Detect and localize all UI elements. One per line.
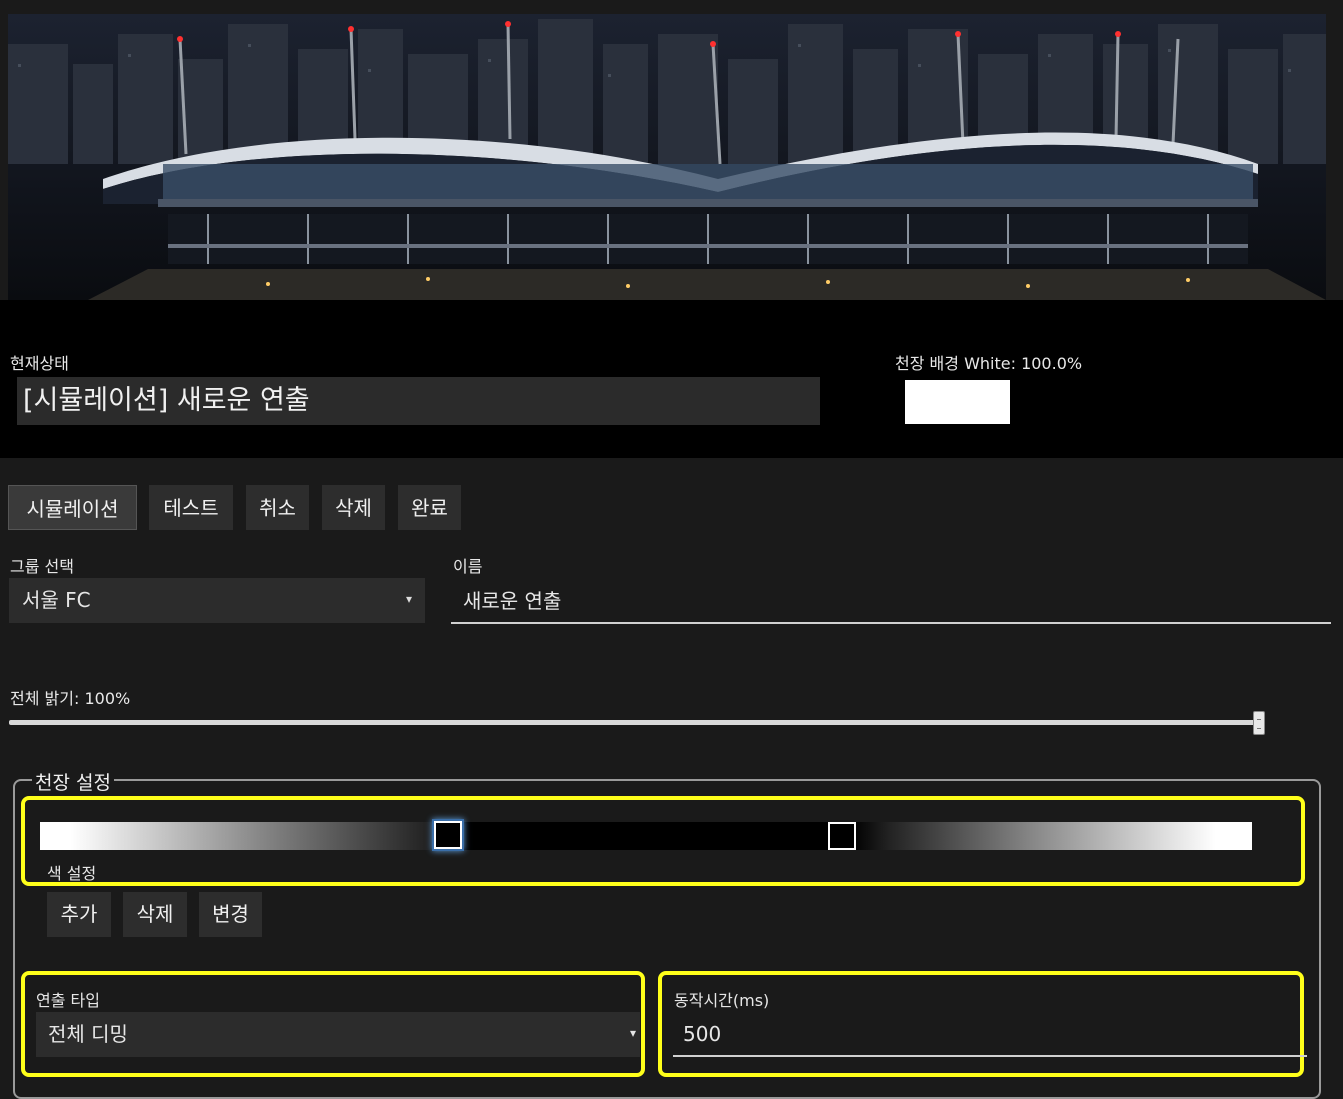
cancel-button[interactable]: 취소 xyxy=(246,485,309,530)
ceiling-bg-color-swatch[interactable] xyxy=(905,380,1010,424)
status-label: 현재상태 xyxy=(10,354,69,373)
name-input[interactable]: 새로운 연출 xyxy=(451,578,1331,624)
name-label: 이름 xyxy=(453,557,483,576)
effect-type-select[interactable]: 전체 디밍 xyxy=(36,1012,640,1057)
ceiling-bg-label-text: 천장 배경 xyxy=(895,354,959,373)
chevron-down-icon[interactable]: ▾ xyxy=(630,1026,636,1040)
done-button[interactable]: 완료 xyxy=(398,485,461,530)
duration-label: 동작시간(ms) xyxy=(674,991,770,1010)
change-color-button[interactable]: 변경 xyxy=(199,892,262,937)
add-color-button[interactable]: 추가 xyxy=(47,892,111,937)
effect-type-label: 연출 타입 xyxy=(36,991,100,1010)
brightness-slider-track[interactable] xyxy=(9,720,1265,725)
brightness-label-text: 전체 밝기 xyxy=(10,689,74,708)
color-gradient-bar[interactable] xyxy=(40,822,1252,850)
duration-input[interactable]: 500 xyxy=(673,1012,1307,1057)
status-display: [시뮬레이션] 새로운 연출 xyxy=(17,377,820,425)
brightness-slider-thumb[interactable] xyxy=(1253,711,1265,735)
delete-button[interactable]: 삭제 xyxy=(322,485,385,530)
gradient-stop[interactable] xyxy=(828,822,856,850)
ceiling-bg-label: 천장 배경 White: 100.0% xyxy=(895,350,1082,374)
simulation-button[interactable]: 시뮬레이션 xyxy=(8,485,137,530)
group-select-label: 그룹 선택 xyxy=(10,557,74,576)
brightness-label: 전체 밝기: 100% xyxy=(10,689,131,708)
color-settings-label: 색 설정 xyxy=(47,864,97,883)
ceiling-bg-value: White: 100.0% xyxy=(964,354,1083,373)
brightness-value: 100% xyxy=(84,689,131,708)
delete-color-button[interactable]: 삭제 xyxy=(123,892,187,937)
test-button[interactable]: 테스트 xyxy=(149,485,233,530)
chevron-down-icon[interactable]: ▾ xyxy=(406,592,412,606)
gradient-stop-selected[interactable] xyxy=(434,821,462,849)
group-select[interactable]: 서울 FC xyxy=(9,578,425,623)
ceiling-settings-legend: 천장 설정 xyxy=(32,768,114,795)
stadium-image xyxy=(8,14,1326,300)
